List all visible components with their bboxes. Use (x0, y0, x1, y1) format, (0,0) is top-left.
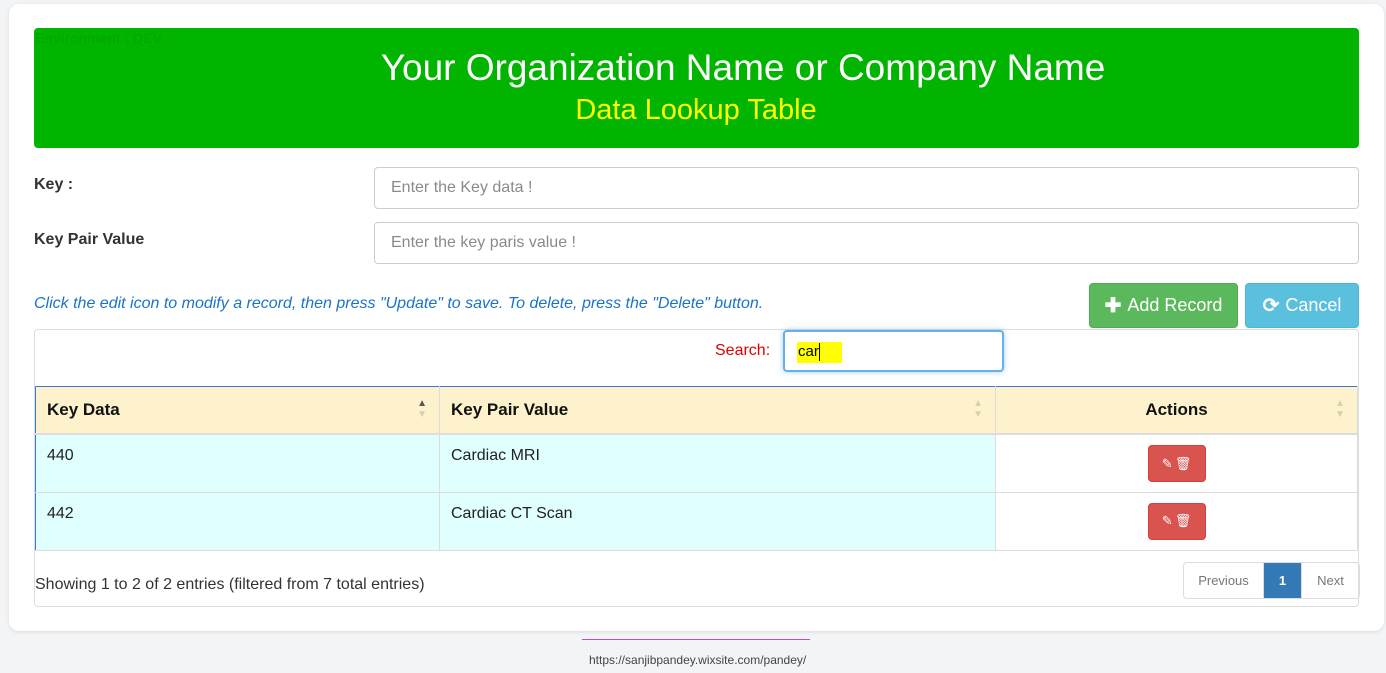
column-header-label: Actions (1145, 400, 1208, 419)
cell-actions: ✎ 🗑 (995, 492, 1358, 551)
add-record-label: Add Record (1127, 295, 1223, 315)
org-title: Your Organization Name or Company Name (380, 47, 1106, 88)
instruction-hint: Click the edit icon to modify a record, … (34, 295, 764, 312)
search-input[interactable]: car (783, 330, 1004, 372)
footer-divider (582, 639, 810, 640)
cell-key-pair-value: Cardiac CT Scan (439, 492, 996, 551)
column-header-label: Key Data (47, 400, 120, 419)
edit-icon[interactable]: ✎ (1162, 456, 1173, 472)
edit-delete-button[interactable]: ✎ 🗑 (1147, 445, 1206, 482)
key-pair-value-input[interactable] (374, 222, 1359, 264)
text-caret (819, 343, 820, 361)
key-label: Key : (34, 176, 74, 193)
column-header-key-pair-value[interactable]: Key Pair Value ▲ ▼ (439, 386, 996, 435)
refresh-icon: ⟳ (1262, 295, 1280, 317)
pagination-previous[interactable]: Previous (1184, 563, 1264, 598)
edit-delete-button[interactable]: ✎ 🗑 (1147, 502, 1206, 540)
column-header-actions[interactable]: Actions ▲ ▼ (995, 386, 1358, 435)
table-header-row: Key Data ▲ ▼ Key Pair Value ▲ ▼ Actions ▲ ▼ (35, 386, 1358, 435)
cell-key-data: 440 (35, 434, 440, 493)
cell-key-data: 442 (35, 492, 440, 551)
add-record-button[interactable]: ✚ Add Record (1089, 283, 1238, 328)
plus-icon: ✚ (1104, 295, 1122, 317)
footer-link[interactable]: https://sanjibpandey.wixsite.com/pandey/ (589, 653, 806, 667)
search-label: Search: (715, 342, 771, 359)
environment-label: Environment : DEV (35, 30, 162, 46)
trash-icon[interactable]: 🗑 (1175, 456, 1192, 472)
pagination-page-1[interactable]: 1 (1264, 563, 1301, 598)
key-pair-value-label: Key Pair Value (34, 231, 145, 248)
cancel-button[interactable]: ⟳ Cancel (1245, 283, 1359, 328)
table-row: 442 Cardiac CT Scan ✎ 🗑 (35, 492, 1358, 551)
trash-icon[interactable]: 🗑 (1175, 513, 1192, 529)
table-row: 440 Cardiac MRI ✎ 🗑 (35, 434, 1358, 493)
search-value: car (798, 343, 819, 360)
cell-actions: ✎ 🗑 (995, 434, 1358, 493)
page-subtitle: Data Lookup Table (575, 94, 817, 126)
table-info: Showing 1 to 2 of 2 entries (filtered fr… (35, 576, 425, 593)
column-header-label: Key Pair Value (451, 400, 569, 419)
pagination-next[interactable]: Next (1301, 563, 1359, 598)
sort-icon: ▲ ▼ (973, 398, 983, 420)
sort-icon: ▲ ▼ (1335, 398, 1345, 420)
sort-icon: ▲ ▼ (417, 398, 427, 420)
cancel-label: Cancel (1285, 295, 1342, 315)
edit-icon[interactable]: ✎ (1162, 513, 1173, 529)
pagination: Previous 1 Next (1183, 562, 1360, 599)
key-input[interactable] (374, 167, 1359, 209)
cell-key-pair-value: Cardiac MRI (439, 434, 996, 493)
data-table: Key Data ▲ ▼ Key Pair Value ▲ ▼ Actions ▲ ▼… (35, 386, 1358, 551)
column-header-key-data[interactable]: Key Data ▲ ▼ (35, 386, 440, 435)
